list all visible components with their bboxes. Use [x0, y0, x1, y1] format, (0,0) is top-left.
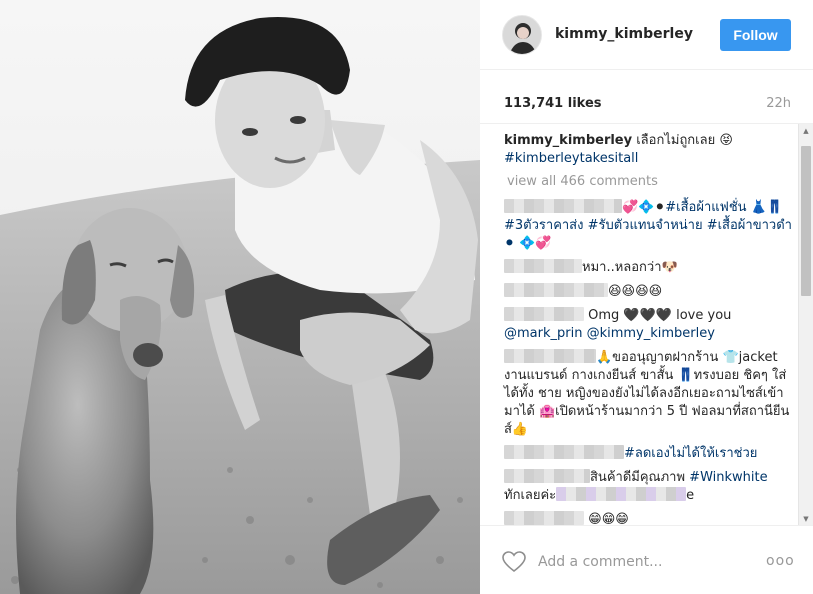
comment-item: 😁😁😁 [504, 511, 794, 526]
comment-prefix: 💞💠⚫ [622, 200, 666, 215]
comments-list: kimmy_kimberley เลือกไม่ถูกเลย 😝 #kimber… [504, 132, 794, 526]
comment-text: หมา..หลอกว่า🐶 [582, 260, 678, 275]
blurred-username [504, 307, 584, 321]
caption: kimmy_kimberley เลือกไม่ถูกเลย 😝 #kimber… [504, 132, 794, 168]
comment-item: Omg 🖤🖤🖤 love you @mark_prin @kimmy_kimbe… [504, 307, 794, 343]
blurred-username [504, 259, 582, 273]
comment-text: e [686, 488, 695, 503]
comment-text: 🙏ขออนุญาตฝากร้าน 👕jacket งานแบรนด์ กางเก… [504, 350, 790, 437]
post-footer: ooo [480, 526, 813, 594]
add-comment-input[interactable] [538, 552, 758, 572]
view-all-comments-link[interactable]: view all 466 comments [507, 174, 794, 189]
comments-scrollbar[interactable]: ▲ ▼ [798, 124, 813, 525]
caption-hashtag[interactable]: #kimberleytakesitall [504, 151, 638, 166]
avatar[interactable] [502, 15, 542, 55]
comment-text: Omg 🖤🖤🖤 love you [588, 308, 732, 323]
comment-text: 😆😆😆😆 [608, 284, 663, 299]
scroll-down-icon[interactable]: ▼ [799, 512, 813, 525]
comment-text: 😁😁😁 [588, 512, 629, 526]
comment-item: หมา..หลอกว่า🐶 [504, 259, 794, 277]
blurred-username [504, 445, 624, 459]
blurred-username [504, 511, 584, 525]
comments-section[interactable]: kimmy_kimberley เลือกไม่ถูกเลย 😝 #kimber… [480, 124, 813, 526]
post-timestamp[interactable]: 22h [766, 96, 791, 111]
caption-text: เลือกไม่ถูกเลย 😝 [632, 133, 733, 148]
blurred-username [504, 283, 608, 297]
comment-text: สินค้าดีมีคุณภาพ [590, 470, 686, 485]
comment-item: 🙏ขออนุญาตฝากร้าน 👕jacket งานแบรนด์ กางเก… [504, 349, 794, 439]
avatar-image [503, 16, 541, 54]
post-photo[interactable] [0, 0, 480, 594]
post-stats: 113,741 likes 22h [480, 70, 813, 124]
post-details-panel: kimmy_kimberley Follow 113,741 likes 22h… [480, 0, 813, 594]
comment-item: #ลดเองไม่ได้ให้เราช่วย [504, 445, 794, 463]
heart-icon[interactable] [502, 551, 526, 573]
photo-illustration [0, 0, 480, 594]
comment-item: 😆😆😆😆 [504, 283, 794, 301]
blurred-username [504, 349, 596, 363]
mention-link[interactable]: @mark_prin [504, 326, 582, 341]
blurred-text [556, 487, 687, 501]
caption-username[interactable]: kimmy_kimberley [504, 133, 632, 148]
comment-hashtag[interactable]: #ลดเองไม่ได้ให้เราช่วย [624, 446, 757, 461]
likes-count[interactable]: 113,741 likes [504, 96, 602, 111]
scroll-up-icon[interactable]: ▲ [799, 124, 813, 138]
blurred-username [504, 469, 590, 483]
comment-item: 💞💠⚫#เสื้อผ้าแฟชั่น 👗👖 #3ตัวราคาส่ง #รับต… [504, 199, 794, 253]
post-header: kimmy_kimberley Follow [480, 0, 813, 70]
scrollbar-thumb[interactable] [801, 146, 811, 296]
comment-item: สินค้าดีมีคุณภาพ #Winkwhite ทักเลยค่ะ e [504, 469, 794, 505]
more-options-icon[interactable]: ooo [766, 553, 794, 569]
blurred-username [504, 199, 622, 213]
username-link[interactable]: kimmy_kimberley [555, 26, 693, 42]
follow-button[interactable]: Follow [720, 19, 791, 51]
comment-text: ทักเลยค่ะ [504, 488, 557, 503]
comment-hashtag[interactable]: #Winkwhite [689, 470, 767, 485]
mention-link[interactable]: @kimmy_kimberley [587, 326, 715, 341]
